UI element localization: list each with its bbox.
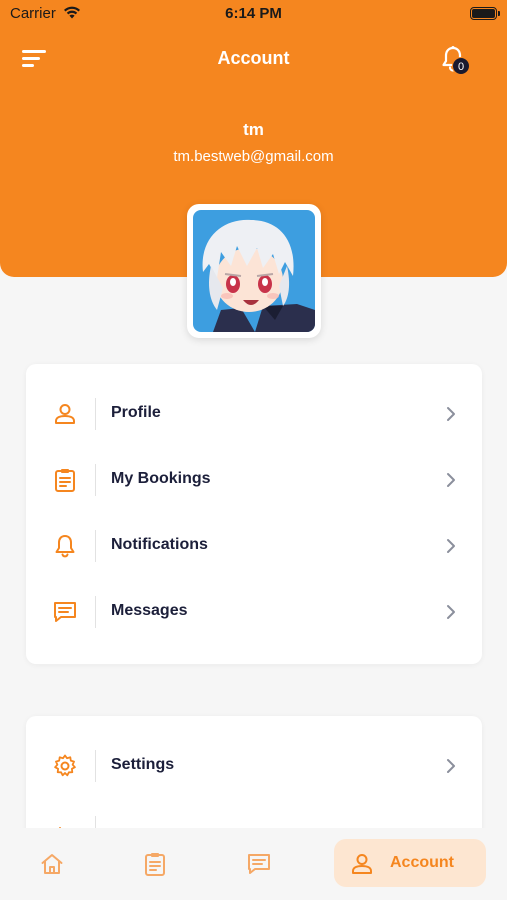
tab-home[interactable] [34,839,70,887]
tab-messages[interactable] [244,839,280,887]
tab-account[interactable]: Account [334,839,486,887]
person-icon [352,854,372,874]
notification-count-badge: 0 [452,57,470,75]
divider [95,750,96,782]
divider [95,464,96,496]
avatar[interactable] [187,204,321,338]
tab-bookings[interactable] [140,839,176,887]
menu-item-profile[interactable]: Profile [26,389,482,439]
home-icon [41,854,63,874]
account-menu-card: Profile My Bookings Notifications Messag… [26,364,482,664]
notifications-button[interactable]: 0 [440,45,470,77]
gear-icon [54,754,76,777]
bottom-tab-bar: Account [0,828,507,900]
message-icon [248,854,270,874]
tab-account-label: Account [390,854,454,871]
chevron-right-icon [447,473,455,487]
message-icon [54,602,76,622]
battery-icon [470,7,500,20]
menu-item-messages[interactable]: Messages [26,587,482,637]
chevron-right-icon [447,759,455,773]
avatar-image [193,210,315,332]
chevron-right-icon [447,407,455,421]
menu-item-label: Settings [111,756,175,773]
clipboard-icon [145,853,165,876]
menu-item-settings[interactable]: Settings [26,741,482,791]
person-icon [55,404,75,424]
menu-item-my-bookings[interactable]: My Bookings [26,455,482,505]
divider [95,398,96,430]
clock: 6:14 PM [225,5,282,22]
status-bar: Carrier 6:14 PM [0,0,507,28]
menu-item-notifications[interactable]: Notifications [26,521,482,571]
menu-item-label: Profile [111,404,161,421]
chevron-right-icon [447,539,455,553]
user-email: tm.bestweb@gmail.com [173,148,334,165]
user-name: tm [243,120,264,139]
divider [95,530,96,562]
bell-icon [55,535,75,558]
settings-menu-card: Settings [26,716,482,846]
menu-item-label: My Bookings [111,470,211,487]
clipboard-icon [55,469,75,492]
menu-item-label: Notifications [111,536,208,553]
divider [95,596,96,628]
menu-item-label: Messages [111,602,188,619]
page-title: Account [217,48,290,68]
chevron-right-icon [447,605,455,619]
